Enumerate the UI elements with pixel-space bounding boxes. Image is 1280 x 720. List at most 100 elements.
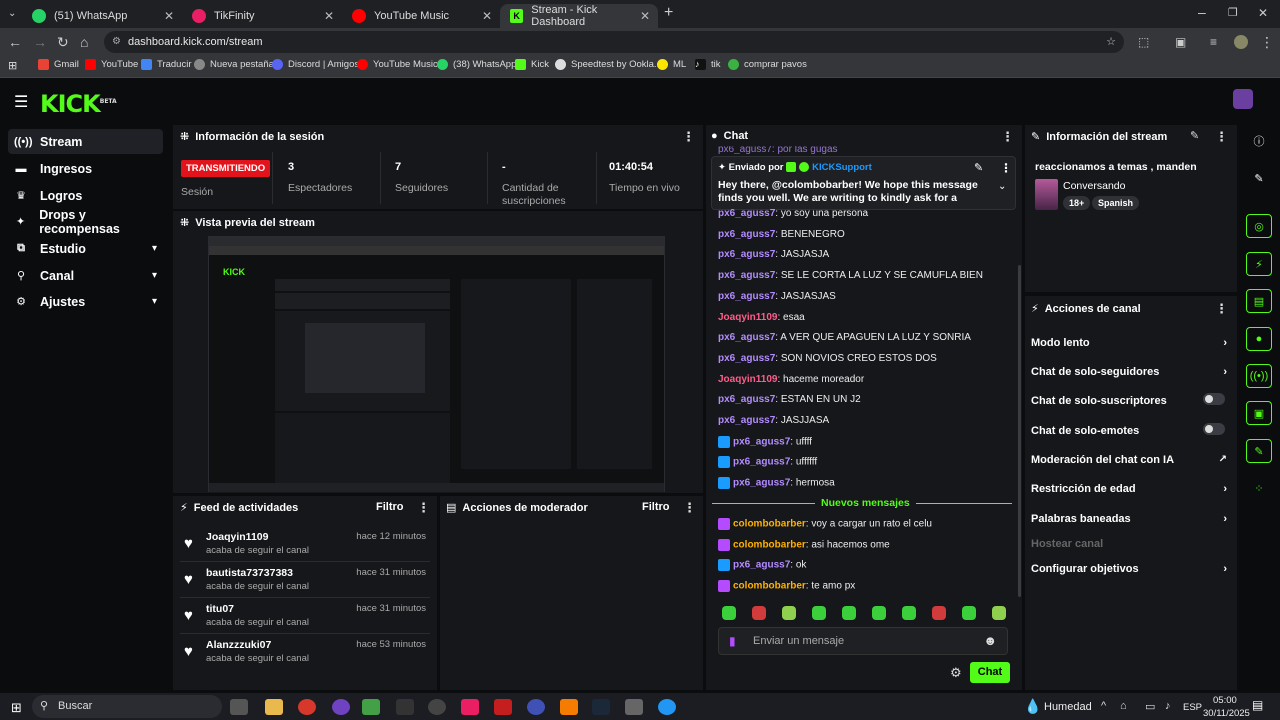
site-info-icon[interactable]: ⚙ xyxy=(112,31,121,53)
close-icon[interactable]: ✕ xyxy=(164,9,174,23)
more-options-icon[interactable]: ⋮ xyxy=(1000,161,1012,175)
chat-scrollbar[interactable] xyxy=(1018,265,1021,597)
sidebar-item-canal[interactable]: ⚲ Canal ▾ xyxy=(8,263,163,288)
emote-icon[interactable] xyxy=(992,606,1006,620)
emote-icon[interactable] xyxy=(782,606,796,620)
bookmark-youtube-music[interactable]: YouTube Music xyxy=(357,59,438,70)
app-icon[interactable] xyxy=(527,699,545,715)
tab-youtube-music[interactable]: YouTube Music ✕ xyxy=(342,4,500,28)
chat-username[interactable]: px6_aguss7 xyxy=(733,560,790,571)
sidebar-item-drops[interactable]: ✦ Drops y recompensas xyxy=(8,208,163,236)
bookmark-kick[interactable]: Kick xyxy=(515,59,549,70)
feed-filter-button[interactable]: Filtro xyxy=(376,501,404,513)
more-options-icon[interactable]: ⋮ xyxy=(1215,129,1228,145)
hamburger-menu-icon[interactable]: ☰ xyxy=(14,92,28,112)
audio-icon[interactable] xyxy=(396,699,414,715)
edge-icon[interactable] xyxy=(658,699,676,715)
file-explorer-icon[interactable] xyxy=(265,699,283,715)
forward-icon[interactable]: → xyxy=(33,34,47,50)
bookmark-speedtest[interactable]: Speedtest by Ookla... xyxy=(555,59,662,70)
mod-filter-button[interactable]: Filtro xyxy=(642,501,670,513)
sidebar-item-logros[interactable]: ♛ Logros xyxy=(8,183,163,208)
chrome-icon[interactable] xyxy=(298,699,316,715)
minecraft-icon[interactable] xyxy=(362,699,380,715)
kick-logo[interactable]: KICKBETA xyxy=(40,90,117,118)
close-icon[interactable]: ✕ xyxy=(640,9,650,23)
bookmark-traducir[interactable]: Traducir xyxy=(141,59,192,70)
toggle-switch[interactable] xyxy=(1203,423,1225,435)
clock-time[interactable]: 05:00 xyxy=(1213,695,1237,706)
bookmark-ml[interactable]: ML xyxy=(657,59,686,70)
wrench-icon[interactable]: ✎ xyxy=(1246,439,1272,463)
obs-icon[interactable] xyxy=(428,699,446,715)
battery-icon[interactable]: ▭ xyxy=(1145,700,1155,713)
more-options-icon[interactable]: ⋮ xyxy=(1001,129,1014,145)
clock-date[interactable]: 30/11/2025 xyxy=(1203,708,1250,719)
tray-chevron-icon[interactable]: ^ xyxy=(1101,700,1106,712)
edit-icon[interactable]: ✎ xyxy=(1190,129,1199,142)
chat-username[interactable]: px6_aguss7 xyxy=(718,394,775,405)
document-icon[interactable]: ▤ xyxy=(1246,289,1272,313)
profile-avatar[interactable] xyxy=(1234,35,1248,49)
tab-kick-dashboard[interactable]: K Stream - Kick Dashboard ✕ xyxy=(500,4,658,28)
voicemeeter-icon[interactable] xyxy=(494,699,512,715)
chat-username[interactable]: colombobarber xyxy=(733,519,806,530)
bookmark-discord[interactable]: Discord | Amigos xyxy=(272,59,359,70)
reload-icon[interactable]: ↻ xyxy=(57,34,69,50)
emote-icon[interactable] xyxy=(752,606,766,620)
chat-username[interactable]: px6_aguss7 xyxy=(718,353,775,364)
bookmark-tik[interactable]: ♪ tik xyxy=(695,59,721,70)
streamlabs-icon[interactable] xyxy=(560,699,578,715)
media-icon[interactable]: ▣ xyxy=(1246,401,1272,425)
user-avatar[interactable] xyxy=(1233,89,1253,109)
taskbar-search[interactable]: ⚲ Buscar xyxy=(32,695,222,718)
menu-icon[interactable]: ⋮ xyxy=(1260,34,1274,50)
sidebar-item-stream[interactable]: ((•)) Stream xyxy=(8,129,163,154)
lightning-icon[interactable]: ⚡ xyxy=(1246,252,1272,276)
app-icon[interactable] xyxy=(625,699,643,715)
network-icon[interactable]: ⌂ xyxy=(1120,700,1127,712)
apps-icon[interactable]: ⊞ xyxy=(8,59,17,72)
send-chat-button[interactable]: Chat xyxy=(970,662,1010,683)
emote-icon[interactable] xyxy=(842,606,856,620)
chat-username[interactable]: px6_aguss7 xyxy=(718,332,775,343)
action-palabras-baneadas[interactable]: Palabras baneadas › xyxy=(1031,513,1231,525)
action-restriccion-edad[interactable]: Restricción de edad › xyxy=(1031,483,1231,495)
category-name[interactable]: Conversando xyxy=(1063,180,1125,192)
emote-icon[interactable] xyxy=(932,606,946,620)
maximize-icon[interactable]: ❐ xyxy=(1228,5,1238,21)
target-icon[interactable]: ◎ xyxy=(1246,214,1272,238)
chat-username[interactable]: px6_aguss7 xyxy=(733,478,790,489)
home-icon[interactable]: ⌂ xyxy=(80,34,88,50)
more-options-icon[interactable]: ⋮ xyxy=(417,500,430,516)
media-icon[interactable]: ≡ xyxy=(1210,34,1217,50)
back-icon[interactable]: ← xyxy=(8,34,22,50)
tikfinity-icon[interactable] xyxy=(461,699,479,715)
toggle-switch[interactable] xyxy=(1203,393,1225,405)
url-input[interactable]: ⚙ dashboard.kick.com/stream ☆ xyxy=(104,31,1124,53)
pinned-message[interactable]: ✦ Enviado por KICKSupport ✎ ⋮ Hey there,… xyxy=(711,156,1016,210)
close-icon[interactable]: ✕ xyxy=(324,9,334,23)
sidebar-item-estudio[interactable]: ⧉ Estudio ▾ xyxy=(8,236,163,261)
action-moderacion-ia[interactable]: Moderación del chat con IA ↗ xyxy=(1031,454,1231,466)
tab-list-icon[interactable]: ⌄ xyxy=(8,6,16,22)
new-tab-icon[interactable]: + xyxy=(664,5,673,21)
more-options-icon[interactable]: ⋮ xyxy=(682,129,695,145)
bookmark-star-icon[interactable]: ☆ xyxy=(1106,31,1116,53)
chat-settings-icon[interactable]: ⚙ xyxy=(950,665,962,681)
close-window-icon[interactable]: ✕ xyxy=(1258,5,1268,21)
steam-icon[interactable] xyxy=(592,699,610,715)
chat-username[interactable]: px6_aguss7 xyxy=(718,229,775,240)
bookmark-whatsapp[interactable]: (38) WhatsApp xyxy=(437,59,516,70)
messenger-icon[interactable] xyxy=(332,699,350,715)
minimize-icon[interactable]: – xyxy=(1198,4,1206,20)
edit-icon[interactable]: ✎ xyxy=(1246,166,1272,190)
emoji-picker-icon[interactable]: ☻ xyxy=(983,633,997,648)
chat-username[interactable]: px6_aguss7 xyxy=(718,249,775,260)
language-indicator[interactable]: ESP xyxy=(1183,702,1202,713)
task-view-icon[interactable] xyxy=(230,699,248,715)
broadcast-icon[interactable]: ((•)) xyxy=(1246,364,1272,388)
info-icon[interactable]: ⓘ xyxy=(1246,129,1272,153)
emote-icon[interactable] xyxy=(902,606,916,620)
chat-username[interactable]: px6_aguss7 xyxy=(733,436,790,447)
